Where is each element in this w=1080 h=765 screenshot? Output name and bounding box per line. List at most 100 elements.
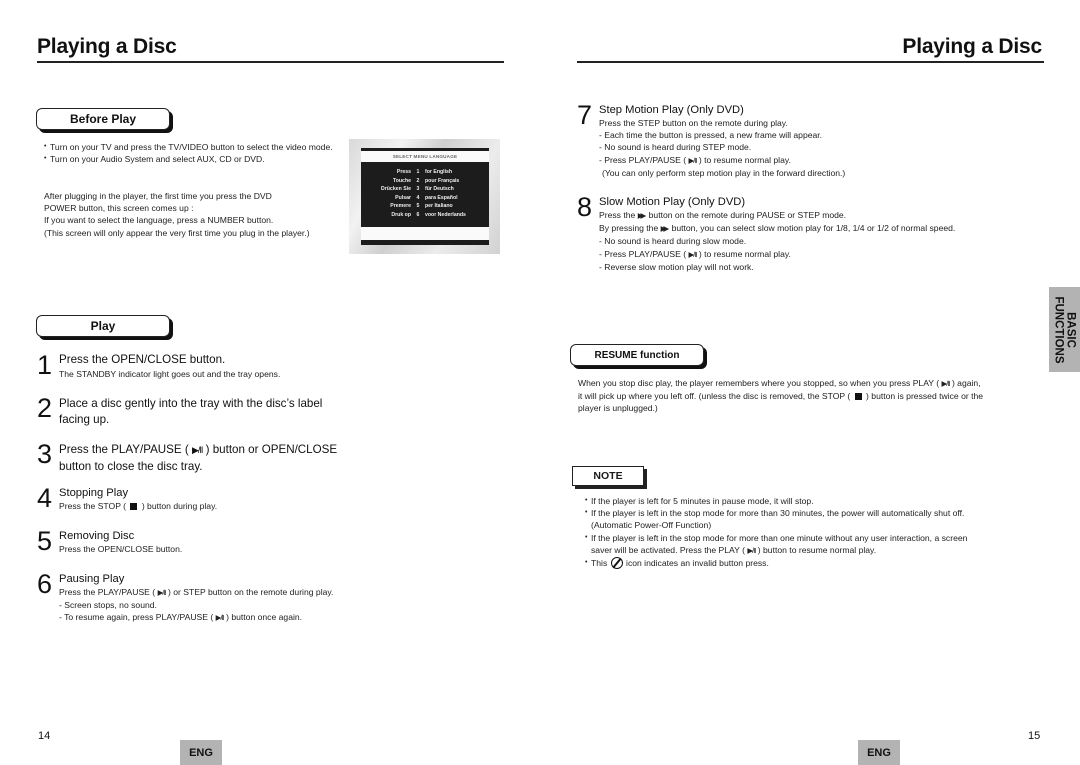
text: ) to resume normal play.: [698, 154, 791, 165]
side-tab-line: BASIC: [1064, 311, 1077, 348]
note-item: If the player is left for 5 minutes in p…: [585, 495, 1030, 507]
step-detail: - No sound is heard during slow mode.: [599, 236, 747, 247]
title-rule-right: [577, 61, 1044, 63]
text: By pressing the: [599, 223, 659, 234]
language-prompt: Pulsar: [395, 194, 411, 201]
language-name: para Español: [425, 194, 458, 201]
step-detail: - Screen stops, no sound.: [59, 600, 157, 611]
step-detail: - Each time the button is pressed, a new…: [599, 130, 823, 141]
text: - To resume again, press PLAY/PAUSE (: [59, 612, 214, 623]
language-name: für Deutsch: [425, 186, 454, 193]
text: button on the remote during PAUSE or STE…: [648, 210, 847, 220]
stop-icon: [130, 502, 138, 510]
text: it will pick up where you left off. (unl…: [578, 391, 851, 402]
language-prompt: Touche: [392, 177, 411, 184]
step-detail: By pressing the ▶▶ button, you can selec…: [599, 222, 1019, 235]
step-heading: Stopping Play: [59, 487, 129, 499]
language-list: Press 1 for English Touche 2 pour Français D…: [361, 168, 489, 220]
step-detail: - No sound is heard during STEP mode.: [599, 142, 752, 153]
language-name: voor Nederlands: [425, 211, 466, 218]
step-heading: Place a disc gently into the tray with t…: [59, 397, 323, 410]
step-detail: The STANDBY indicator light goes out and…: [59, 368, 281, 379]
text: ) again,: [951, 378, 981, 388]
language-screen-footer: [361, 227, 489, 240]
play-pause-icon: ▶/II: [215, 613, 225, 623]
text: ) button or OPEN/CLOSE: [205, 443, 338, 456]
paragraph-line: player is unplugged.): [578, 403, 658, 414]
step-heading-cont: facing up.: [59, 412, 110, 426]
step-detail: Press the PLAY/PAUSE ( ▶/II ) or STEP bu…: [59, 586, 379, 599]
step-detail: - Press PLAY/PAUSE ( ▶/II ) to resume no…: [599, 154, 919, 167]
bullet-item: Turn on your TV and press the TV/VIDEO b…: [44, 141, 344, 153]
text: Press the PLAY/PAUSE (: [59, 443, 189, 456]
language-screen-display: SELECT MENU LANGUAGE Press 1 for English T…: [361, 148, 489, 245]
step-number: 2: [37, 393, 53, 423]
step-heading: Press the OPEN/CLOSE button.: [59, 353, 226, 366]
before-play-paragraph: After plugging in the player, the first …: [44, 190, 344, 239]
resume-function-tab: RESUME function: [570, 344, 704, 366]
text: icon indicates an invalid button press.: [626, 558, 769, 569]
text: Press the PLAY/PAUSE (: [59, 587, 156, 597]
play-pause-icon: ▶/II: [191, 445, 203, 455]
language-badge-left: ENG: [180, 740, 222, 765]
note-item: This icon indicates an invalid button pr…: [585, 557, 1030, 569]
language-name: per Italiano: [425, 203, 453, 210]
step-detail: Press the OPEN/CLOSE button.: [59, 544, 183, 554]
text: When you stop disc play, the player reme…: [578, 378, 940, 388]
note-item: If the player is left in the stop mode f…: [585, 507, 1030, 531]
paragraph-line: it will pick up where you left off. (unl…: [578, 390, 1028, 402]
paragraph-line: POWER button, this screen comes up :: [44, 203, 194, 214]
text: saver will be activated. Press the PLAY …: [591, 544, 1030, 557]
step-heading: Step Motion Play (Only DVD): [599, 104, 744, 116]
step-detail: - Reverse slow motion play will not work…: [599, 261, 754, 272]
language-number: 1: [416, 169, 420, 175]
language-prompt: Press: [396, 169, 411, 175]
step-detail: Press the ▶▶ button on the remote during…: [599, 209, 1019, 222]
side-tab-label: BASIC FUNCTIONS: [1053, 296, 1077, 363]
note-label: NOTE: [572, 466, 644, 486]
page-number-right: 15: [1028, 730, 1041, 742]
step-heading: Pausing Play: [59, 573, 125, 585]
text: ) button once again.: [226, 612, 303, 623]
text: This: [591, 558, 608, 569]
text: ) to resume normal play.: [698, 248, 791, 259]
text: button, you can select slow motion play …: [671, 223, 956, 234]
language-prompt: Druk op: [391, 211, 411, 218]
language-number: 2: [416, 177, 420, 184]
language-number: 3: [416, 186, 420, 193]
page-title-left: Playing a Disc: [37, 35, 177, 58]
language-select-screen-image: SELECT MENU LANGUAGE Press 1 for English T…: [349, 139, 500, 254]
language-row: Pulsar 4 para Español: [361, 194, 489, 203]
before-play-tab: Before Play: [36, 108, 170, 130]
page-title-right: Playing a Disc: [902, 35, 1042, 58]
fast-forward-icon: ▶▶: [660, 224, 669, 234]
basic-functions-side-tab: BASIC FUNCTIONS: [1049, 287, 1080, 372]
paragraph-line: (This screen will only appear the very f…: [44, 227, 310, 238]
text: If the player is left in the stop mode f…: [591, 508, 965, 519]
text: - Press PLAY/PAUSE (: [599, 154, 687, 165]
text: Press the STOP (: [59, 501, 127, 511]
paragraph-line: When you stop disc play, the player reme…: [578, 377, 1028, 390]
title-rule-left: [37, 61, 504, 63]
step-detail: (You can only perform step motion play i…: [602, 167, 846, 178]
bullet-item: Turn on your Audio System and select AUX…: [44, 153, 344, 165]
step-detail: - To resume again, press PLAY/PAUSE ( ▶/…: [59, 611, 379, 624]
language-number: 5: [416, 203, 420, 210]
language-row: Touche 2 pour Français: [361, 177, 489, 186]
paragraph-line: If you want to select the language, pres…: [44, 215, 274, 226]
text: If the player is left in the stop mode f…: [591, 532, 968, 543]
text: ) button during play.: [141, 501, 218, 511]
side-tab-line: FUNCTIONS: [1052, 295, 1065, 364]
step-heading: Removing Disc: [59, 530, 135, 542]
text: ) button to resume normal play.: [757, 544, 877, 555]
language-name: for English: [425, 169, 453, 175]
step-number: 6: [37, 569, 53, 599]
play-pause-icon: ▶/II: [157, 588, 167, 597]
step-number: 8: [577, 192, 593, 222]
step-heading-cont: button to close the disc tray.: [59, 459, 203, 473]
language-row: Premere 5 per Italiano: [361, 202, 489, 211]
stop-icon: [854, 392, 862, 400]
language-number: 6: [416, 211, 420, 218]
play-tab: Play: [36, 315, 170, 337]
language-row: Drücken Sie 3 für Deutsch: [361, 185, 489, 194]
